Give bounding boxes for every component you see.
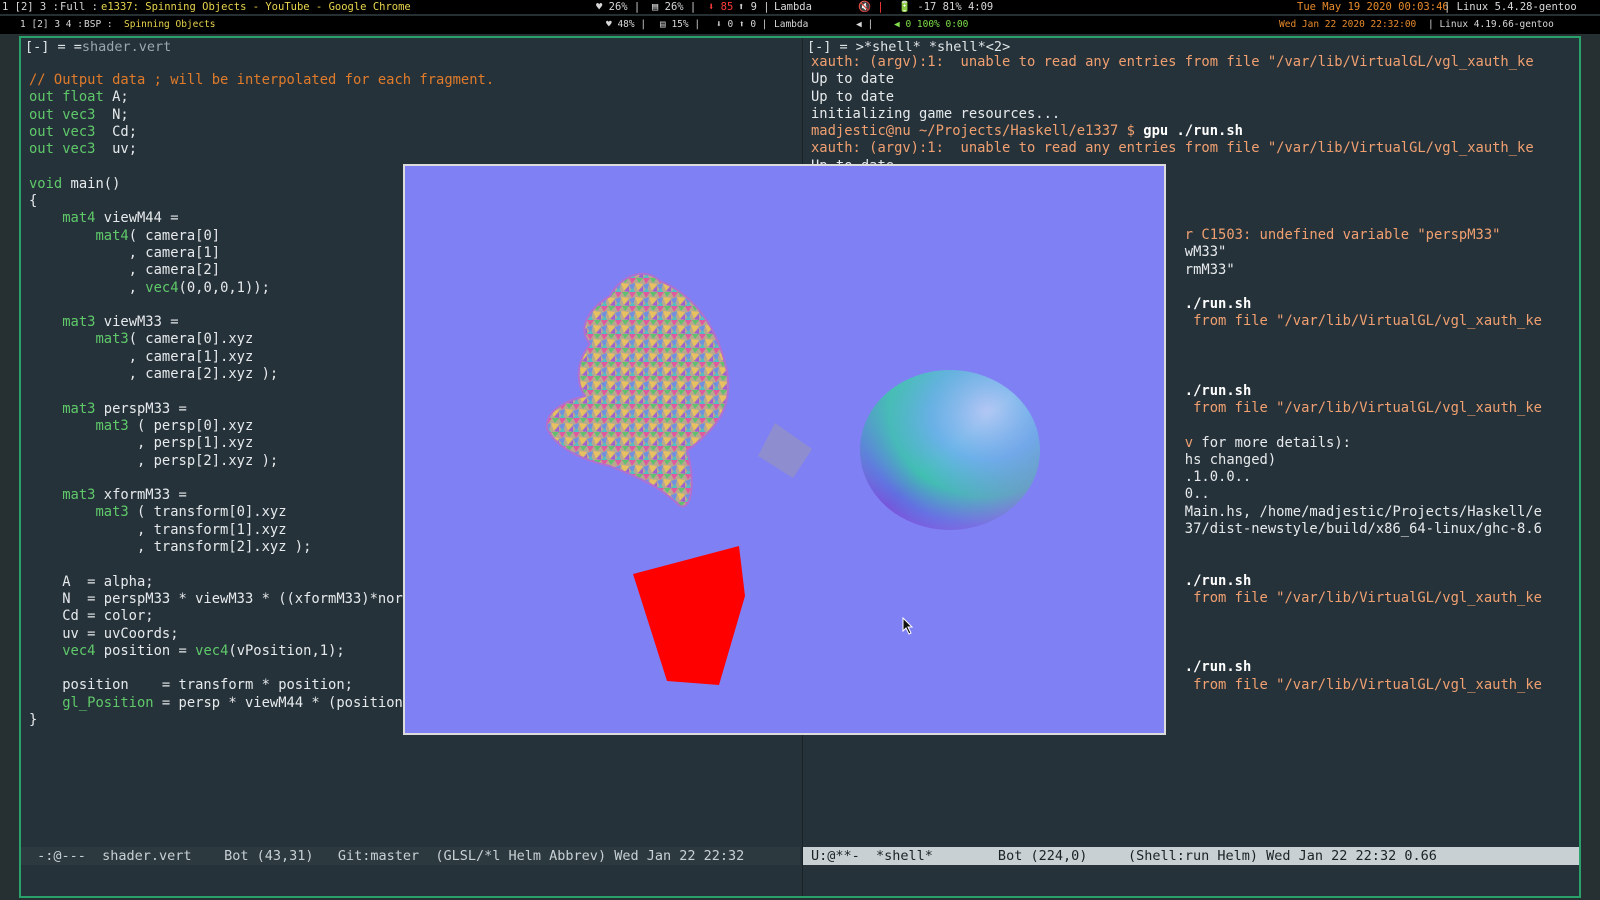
volume-icon: 🔇 |: [858, 1, 884, 13]
battery-indicator: 🔋 -17 81% 4:09: [898, 1, 994, 13]
textured-mesh-object: [545, 272, 730, 508]
memory-indicator: ▤ 15% |: [660, 19, 701, 30]
mouse-cursor-icon: [902, 617, 914, 635]
memory-indicator: ▤ 26% |: [652, 1, 697, 13]
window-title: Spinning Objects: [124, 19, 216, 30]
window-title: e1337: Spinning Objects - YouTube - Goog…: [101, 1, 411, 13]
cpu-indicator: ♥ 48% |: [606, 19, 647, 30]
layout-label: BSP :: [84, 19, 113, 30]
modeline-right: U:@**- *shell* Bot (224,0) (Shell:run He…: [803, 847, 1579, 865]
workspace-list[interactable]: 1 [2] 3 4 :: [20, 16, 83, 34]
red-quad-object: [633, 546, 745, 685]
net-down-indicator: ⬇ 85: [708, 1, 734, 13]
kernel-version: | Linux 5.4.28-gentoo: [1444, 1, 1577, 13]
render-canvas: [545, 272, 1040, 685]
wm-name: Lambda: [774, 19, 809, 30]
wm-name: Lambda: [774, 1, 812, 13]
volume-icon: ◀ |: [856, 19, 874, 30]
net-indicator: ⬇ 0 ⬆ 0 |: [716, 19, 768, 30]
cpu-indicator: ♥ 26% |: [596, 1, 641, 13]
status-bar-top: 1 [2] 3 : Full : e1337: Spinning Objects…: [0, 0, 1600, 14]
header-prefix: [-] = =: [25, 39, 82, 55]
clock: Wed Jan 22 2020 22:32:00: [1279, 19, 1417, 30]
clock: Tue May 19 2020 00:03:46: [1297, 1, 1449, 13]
modeline-left: -:@--- shader.vert Bot (43,31) Git:maste…: [21, 847, 800, 865]
layout-label: Full :: [60, 1, 98, 13]
buffer-filename: shader.vert: [81, 39, 172, 55]
kernel-version: | Linux 4.19.66-gentoo: [1428, 19, 1554, 30]
status-bar-inner: 1 [2] 3 4 : BSP : Spinning Objects ♥ 48%…: [0, 16, 1600, 34]
translucent-quad-object: [758, 423, 812, 478]
opengl-render-window[interactable]: [403, 164, 1166, 735]
workspace-list[interactable]: 1 [2] 3 :: [2, 0, 59, 14]
net-up-indicator: ⬆ 9 |: [738, 1, 770, 13]
sphere-shading: [860, 370, 1040, 530]
buffer-header: [-] = =shader.vert: [21, 38, 800, 56]
battery-indicator: ◀ 0 100% 0:00: [894, 19, 969, 30]
